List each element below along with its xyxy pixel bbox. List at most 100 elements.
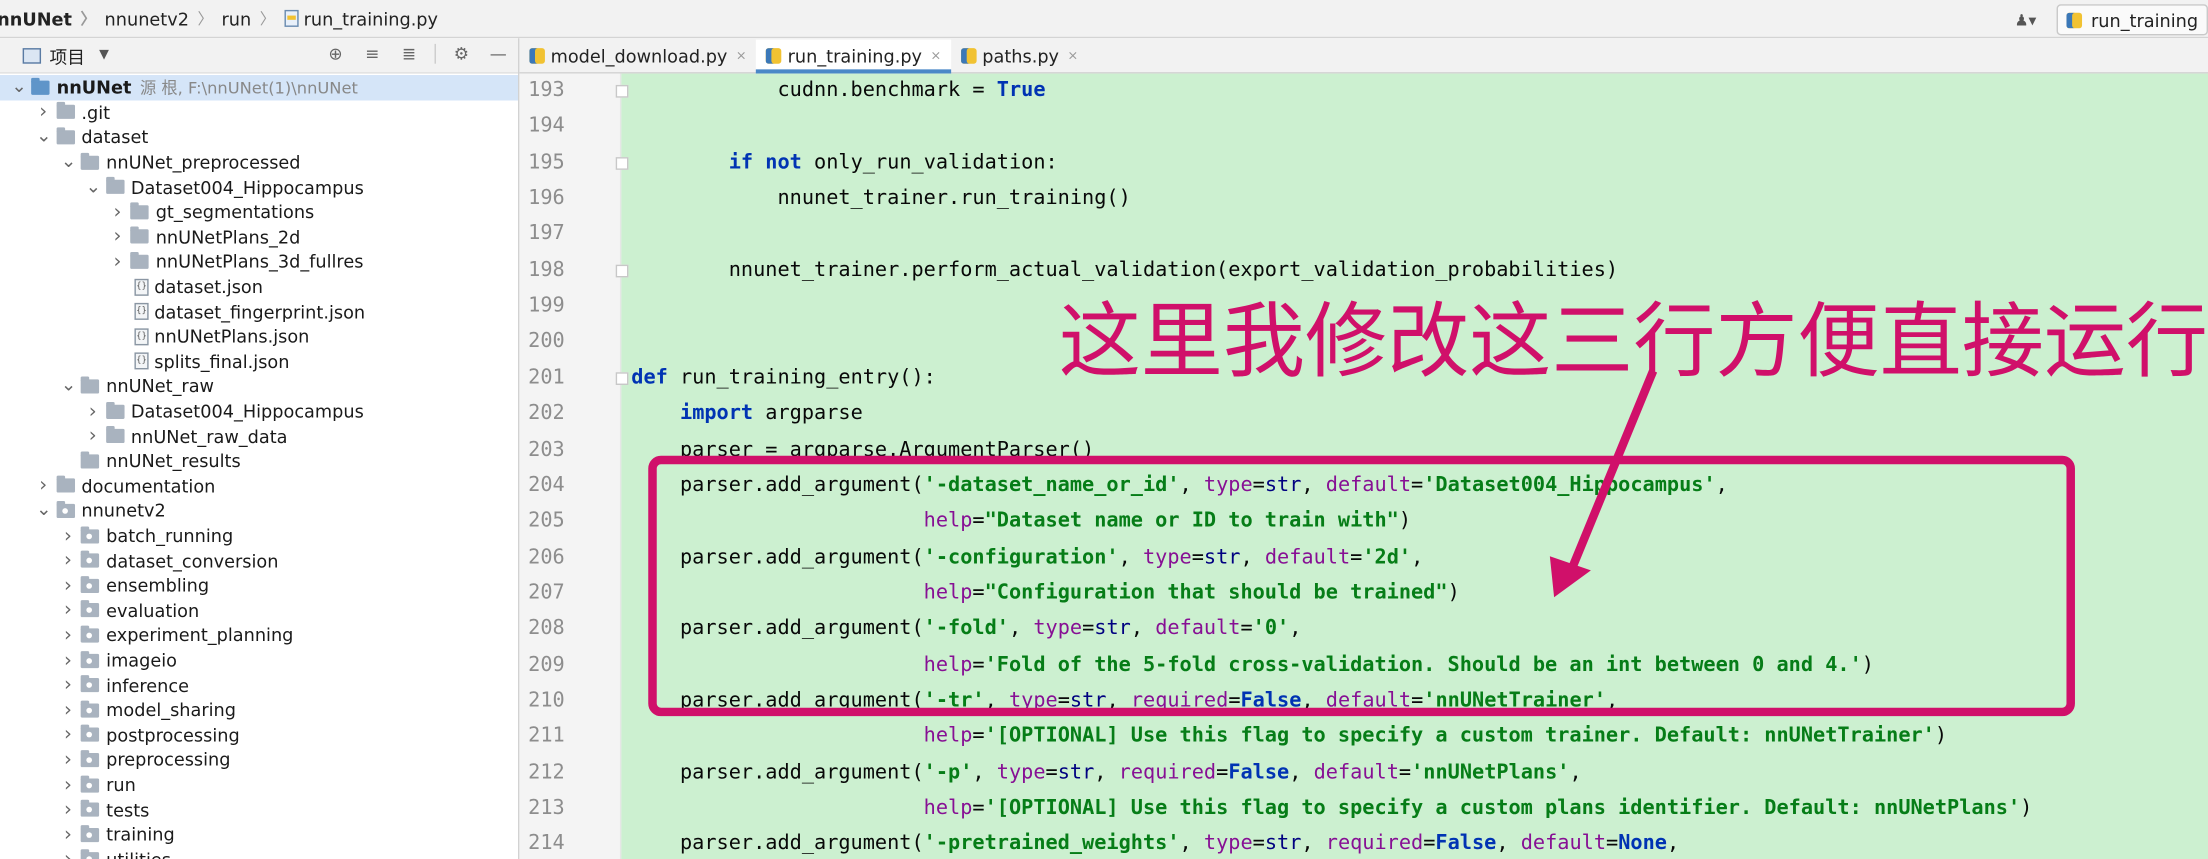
user-account-icon[interactable]: ♟▾: [2015, 7, 2046, 32]
folder-icon: [55, 127, 75, 145]
tree-item-file[interactable]: {} splits_final.json: [0, 349, 289, 374]
tree-item-file[interactable]: {} dataset_fingerprint.json: [0, 299, 365, 324]
chevron-right-icon[interactable]: ›: [86, 425, 100, 448]
package-folder-icon: [80, 849, 100, 859]
run-configuration-selector[interactable]: run_training: [2057, 4, 2208, 36]
tree-item-folder[interactable]: › ensembling: [0, 573, 209, 598]
locate-file-icon[interactable]: ⊕: [324, 42, 347, 65]
tree-item-label: nnUNet_results: [106, 450, 241, 472]
chevron-down-icon[interactable]: ⌄: [86, 176, 101, 197]
tree-item-folder[interactable]: › nnUNetPlans_2d: [0, 224, 300, 249]
chevron-right-icon[interactable]: ›: [61, 599, 75, 622]
tree-item-folder[interactable]: › nnUNetPlans_3d_fullres: [0, 249, 363, 274]
tree-item-folder[interactable]: ⌄ nnUNet_preprocessed: [0, 150, 301, 175]
tree-item-folder[interactable]: › batch_running: [0, 523, 233, 548]
breadcrumb-file[interactable]: run_training.py: [283, 8, 438, 29]
chevron-right-icon[interactable]: ›: [61, 649, 75, 672]
tree-item-folder[interactable]: › preprocessing: [0, 748, 231, 773]
code-token: ): [1934, 725, 1948, 748]
tree-item-folder[interactable]: ⌄ nnUNet 源 根, F:\nnUNet(1)\nnUNet: [0, 75, 519, 100]
tree-item-file[interactable]: {} dataset.json: [0, 274, 263, 299]
chevron-right-icon[interactable]: ›: [110, 226, 124, 249]
chevron-right-icon[interactable]: ›: [61, 774, 75, 797]
tree-item-folder[interactable]: ⌄ Dataset004_Hippocampus: [0, 175, 364, 200]
collapse-all-icon[interactable]: ≣: [398, 42, 421, 65]
chevron-right-icon[interactable]: ›: [61, 799, 75, 822]
chevron-right-icon[interactable]: ›: [61, 574, 75, 597]
tree-item-folder[interactable]: › nnUNet_raw_data: [0, 424, 288, 449]
chevron-right-icon[interactable]: ›: [61, 525, 75, 548]
editor-tab[interactable]: model_download.py ×: [519, 40, 756, 73]
breadcrumb-package[interactable]: nnunetv2 〉: [105, 7, 222, 30]
line-number: 214: [528, 832, 565, 856]
hide-panel-icon[interactable]: —: [487, 42, 510, 65]
tree-item-folder[interactable]: ⌄ nnUNet_raw: [0, 374, 214, 399]
tree-item-folder[interactable]: ⌄ dataset: [0, 125, 148, 150]
chevron-right-icon[interactable]: ›: [36, 475, 50, 498]
project-panel-title[interactable]: 项目: [50, 42, 85, 69]
chevron-right-icon[interactable]: ›: [61, 848, 75, 859]
chevron-down-icon[interactable]: ▼: [99, 48, 109, 62]
tree-item-folder[interactable]: › experiment_planning: [0, 623, 293, 648]
chevron-down-icon[interactable]: ⌄: [61, 376, 76, 397]
chevron-right-icon[interactable]: ›: [61, 823, 75, 846]
tree-item-folder[interactable]: › imageio: [0, 648, 177, 673]
fold-marker-icon[interactable]: [615, 371, 629, 385]
chevron-right-icon[interactable]: ›: [61, 724, 75, 747]
code-token: cudnn.benchmark =: [631, 79, 997, 102]
chevron-down-icon[interactable]: ⌄: [11, 77, 26, 98]
chevron-down-icon[interactable]: ⌄: [36, 127, 51, 148]
tree-item-folder[interactable]: › utilities: [0, 847, 171, 859]
breadcrumb-folder[interactable]: run 〉: [222, 7, 284, 30]
code-token: nnunet_trainer.run_training(): [631, 186, 1131, 210]
chevron-right-icon[interactable]: ›: [61, 749, 75, 772]
chevron-down-icon[interactable]: ⌄: [36, 500, 51, 521]
tree-item-folder[interactable]: › model_sharing: [0, 698, 236, 723]
breadcrumb-project[interactable]: nnUNet 〉: [0, 7, 105, 30]
tree-item-folder[interactable]: › inference: [0, 673, 189, 698]
folder-icon: [55, 476, 75, 494]
chevron-right-icon[interactable]: ›: [61, 699, 75, 722]
tree-item-folder[interactable]: › .git: [0, 100, 110, 125]
chevron-right-icon[interactable]: ›: [36, 101, 50, 124]
tree-item-file[interactable]: {} nnUNetPlans.json: [0, 324, 309, 349]
tree-item-folder[interactable]: › tests: [0, 797, 149, 822]
tree-item-folder[interactable]: › postprocessing: [0, 723, 240, 748]
tree-item-folder[interactable]: › Dataset004_Hippocampus: [0, 399, 364, 424]
tree-item-folder[interactable]: › evaluation: [0, 598, 199, 623]
tree-item-folder[interactable]: › gt_segmentations: [0, 200, 314, 225]
code-token: def: [631, 366, 668, 389]
editor-tab[interactable]: paths.py ×: [951, 40, 1088, 73]
chevron-down-icon[interactable]: ⌄: [61, 152, 76, 173]
source-root-folder-icon: [31, 77, 50, 95]
fold-marker-icon[interactable]: [615, 264, 629, 278]
tree-item-folder[interactable]: › training: [0, 822, 175, 847]
close-icon[interactable]: ×: [736, 49, 747, 63]
expand-all-icon[interactable]: ≡: [361, 42, 384, 65]
close-icon[interactable]: ×: [1068, 49, 1079, 63]
tree-item-label: splits_final.json: [154, 350, 290, 373]
run-configuration-label: run_training: [2090, 9, 2199, 31]
tree-item-folder[interactable]: ⌄ nnunetv2: [0, 498, 166, 523]
editor-tab[interactable]: run_training.py ×: [756, 39, 952, 74]
code-token: only_run_validation:: [801, 151, 1058, 174]
close-icon[interactable]: ×: [931, 49, 942, 63]
tree-item-folder[interactable]: nnUNet_results: [0, 449, 241, 474]
chevron-right-icon[interactable]: ›: [110, 251, 124, 274]
tree-item-label: ensembling: [106, 575, 210, 597]
tree-item-folder[interactable]: › documentation: [0, 474, 215, 499]
chevron-right-icon[interactable]: ›: [110, 201, 124, 224]
tree-item-folder[interactable]: › dataset_conversion: [0, 548, 279, 573]
fold-marker-icon[interactable]: [615, 84, 629, 98]
gear-icon[interactable]: ⚙: [450, 42, 473, 65]
chevron-right-icon[interactable]: ›: [61, 549, 75, 572]
editor-tab-label: model_download.py: [550, 45, 728, 67]
project-panel: 项目 ▼ ⊕ ≡ ≣ ⚙ — ⌄ nnUNet 源 根, F:\nnUNet(1)\…: [0, 38, 520, 859]
json-file-icon: {}: [134, 352, 149, 370]
chevron-right-icon[interactable]: ›: [86, 400, 100, 423]
chevron-right-icon[interactable]: ›: [61, 624, 75, 647]
fold-marker-icon[interactable]: [615, 156, 629, 170]
tree-item-folder[interactable]: › run: [0, 773, 136, 798]
chevron-right-icon[interactable]: ›: [61, 674, 75, 697]
